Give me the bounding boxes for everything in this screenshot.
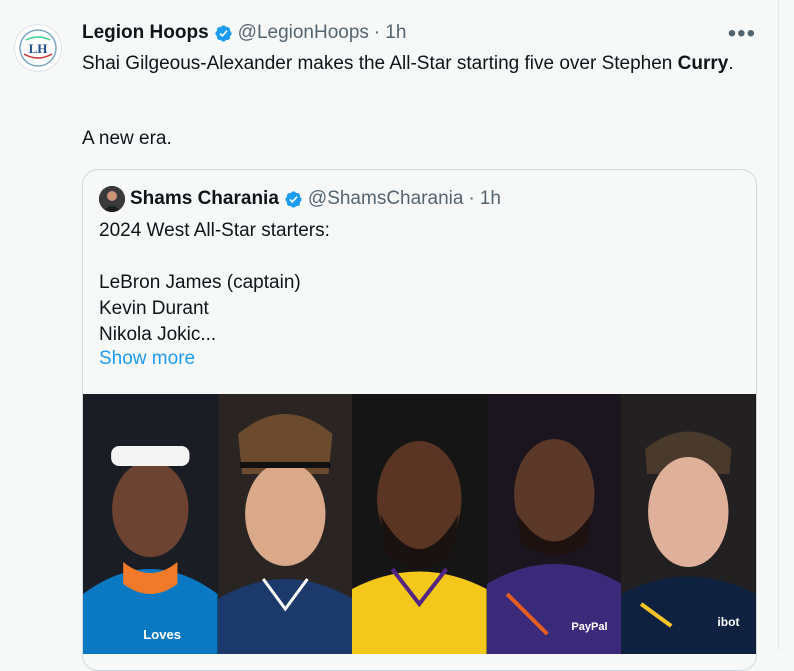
player-photo-4: PayPal <box>486 394 622 654</box>
tweet-header: Legion Hoops @LegionHoops · 1h <box>82 22 406 44</box>
quoted-author-name[interactable]: Shams Charania <box>130 188 279 210</box>
quoted-line: Nikola Jokic... <box>99 324 217 345</box>
player-photo-2 <box>217 394 353 654</box>
tweet-panel: LH Legion Hoops @LegionHoops · 1h ••• Sh… <box>0 0 779 671</box>
tweet-text-prefix: Shai Gilgeous-Alexander makes the All-St… <box>82 53 678 74</box>
svg-text:ibot: ibot <box>718 615 740 629</box>
quoted-tweet-time: 1h <box>479 188 501 209</box>
tweet-time[interactable]: 1h <box>385 22 406 44</box>
quoted-line: LeBron James (captain) <box>99 272 301 293</box>
quoted-separator-dot: · <box>468 188 475 209</box>
quoted-tweet-image[interactable]: Loves PayPal ibot <box>83 394 756 654</box>
quoted-tweet[interactable]: Shams Charania @ShamsCharania · 1h 2024 … <box>82 169 757 671</box>
player-photo-1: Loves <box>83 394 218 654</box>
author-name[interactable]: Legion Hoops <box>82 22 209 44</box>
svg-text:PayPal: PayPal <box>571 621 607 633</box>
svg-text:Loves: Loves <box>143 627 181 642</box>
logo-text: LH <box>29 41 48 56</box>
author-handle[interactable]: @LegionHoops <box>238 22 369 44</box>
quoted-tweet-text: 2024 West All-Star starters: LeBron Jame… <box>99 218 330 348</box>
player-photo-3 <box>352 394 487 654</box>
quoted-author-handle[interactable]: @ShamsCharania <box>308 188 464 210</box>
show-more-link[interactable]: Show more <box>99 348 195 370</box>
verified-icon <box>214 24 233 43</box>
quoted-line: Kevin Durant <box>99 298 209 319</box>
quoted-verified-icon <box>284 190 303 209</box>
quoted-line <box>99 244 330 270</box>
more-options-icon[interactable]: ••• <box>728 20 756 48</box>
separator-dot: · <box>373 22 381 43</box>
quoted-author-avatar[interactable] <box>99 186 125 212</box>
legion-hoops-logo-icon: LH <box>19 29 57 67</box>
player-photo-5: ibot <box>621 394 756 654</box>
quoted-line: 2024 West All-Star starters: <box>99 220 330 241</box>
tweet-text: Shai Gilgeous-Alexander makes the All-St… <box>82 50 742 77</box>
quoted-tweet-header: Shams Charania @ShamsCharania · 1h <box>99 186 501 212</box>
tweet-text-suffix: . <box>728 53 734 74</box>
author-avatar[interactable]: LH <box>14 24 62 72</box>
tweet-text-bold: Curry <box>677 53 729 74</box>
tweet-text-line2: A new era. <box>82 128 172 149</box>
